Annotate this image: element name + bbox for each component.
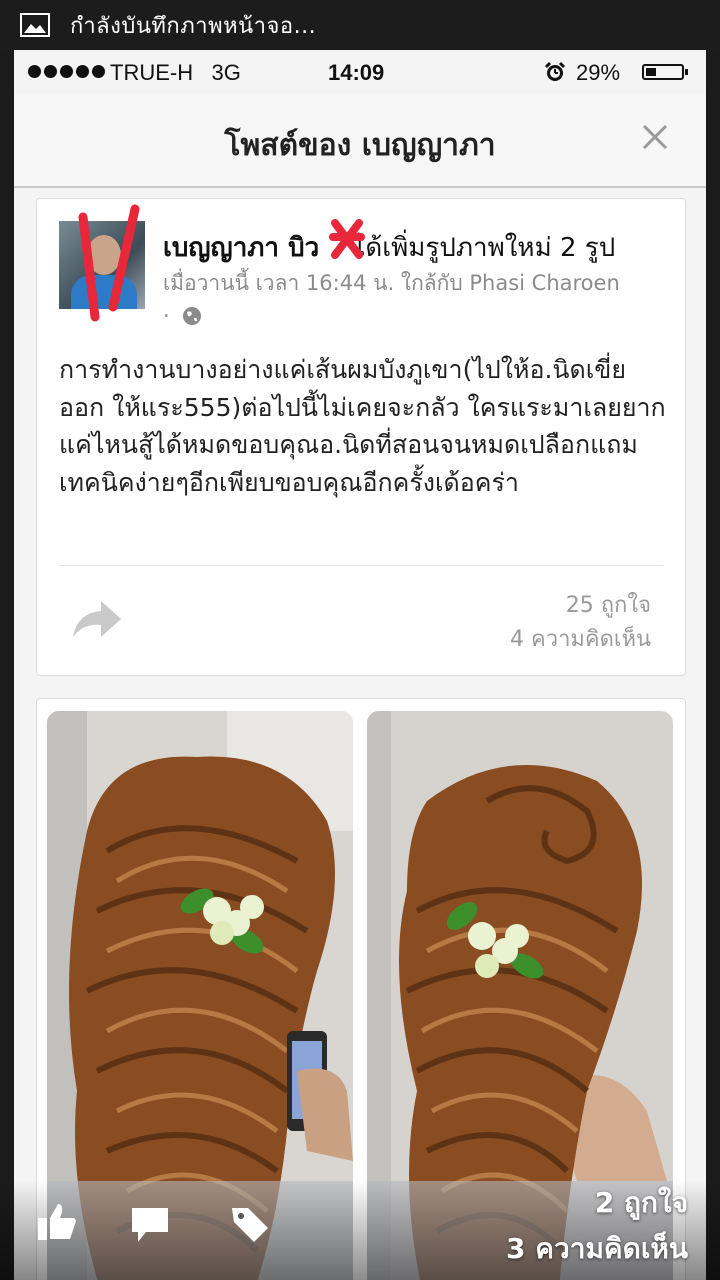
photo-likes-count[interactable]: 2 ถูกใจ [506, 1180, 688, 1226]
page-title: โพสต์ของ เบญญาภา [224, 128, 496, 163]
post-stats: 25 ถูกใจ 4 ความคิดเห็น [510, 589, 651, 657]
share-icon[interactable] [69, 597, 123, 641]
divider [59, 565, 663, 566]
red-scribble-mark [329, 219, 365, 259]
post-card: เบญญาภา บิว ได้เพิ่มรูปภาพใหม่ 2 รูป เมื… [36, 198, 686, 676]
like-icon[interactable] [36, 1200, 78, 1242]
nav-header: โพสต์ของ เบญญาภา [14, 94, 706, 188]
ios-status-bar: TRUE-H 3G 14:09 29% [14, 50, 706, 94]
comments-count[interactable]: 4 ความคิดเห็น [510, 623, 651, 657]
battery-icon [642, 64, 688, 80]
photo-stats: 2 ถูกใจ 3 ความคิดเห็น [506, 1180, 688, 1272]
image-icon [20, 13, 50, 37]
post-meta: เมื่อวานนี้ เวลา 16:44 น. ใกล้กับ Phasi … [163, 271, 620, 328]
post-text: การทำงานบางอย่างแค่เส้นผมบังภูเขา(ไปให้อ… [59, 355, 666, 497]
globe-icon [183, 307, 202, 325]
alarm-icon [544, 61, 566, 81]
author-name[interactable]: เบญญาภา บิว [163, 233, 319, 263]
post-header-line: เบญญาภา บิว ได้เพิ่มรูปภาพใหม่ 2 รูป [163, 227, 615, 268]
close-icon[interactable] [638, 120, 672, 154]
battery-percent: 29% [576, 60, 621, 85]
screenshot-saving-text: กำลังบันทึกภาพหน้าจอ... [70, 13, 317, 39]
likes-count[interactable]: 25 ถูกใจ [510, 589, 651, 623]
comment-icon[interactable] [130, 1206, 170, 1244]
post-action: ได้เพิ่มรูปภาพใหม่ 2 รูป [352, 233, 616, 263]
clock-time: 14:09 [328, 60, 385, 85]
red-scribble-mark [78, 204, 140, 322]
signal-dots-icon [28, 65, 105, 78]
tag-icon[interactable] [230, 1204, 270, 1244]
photo-comments-count[interactable]: 3 ความคิดเห็น [506, 1226, 688, 1272]
android-status-bar: กำลังบันทึกภาพหน้าจอ... [0, 0, 720, 50]
phone-screen: TRUE-H 3G 14:09 29% โพสต์ของ เบญญาภา เบญ… [14, 50, 706, 1280]
carrier-name: TRUE-H 3G [110, 60, 241, 85]
